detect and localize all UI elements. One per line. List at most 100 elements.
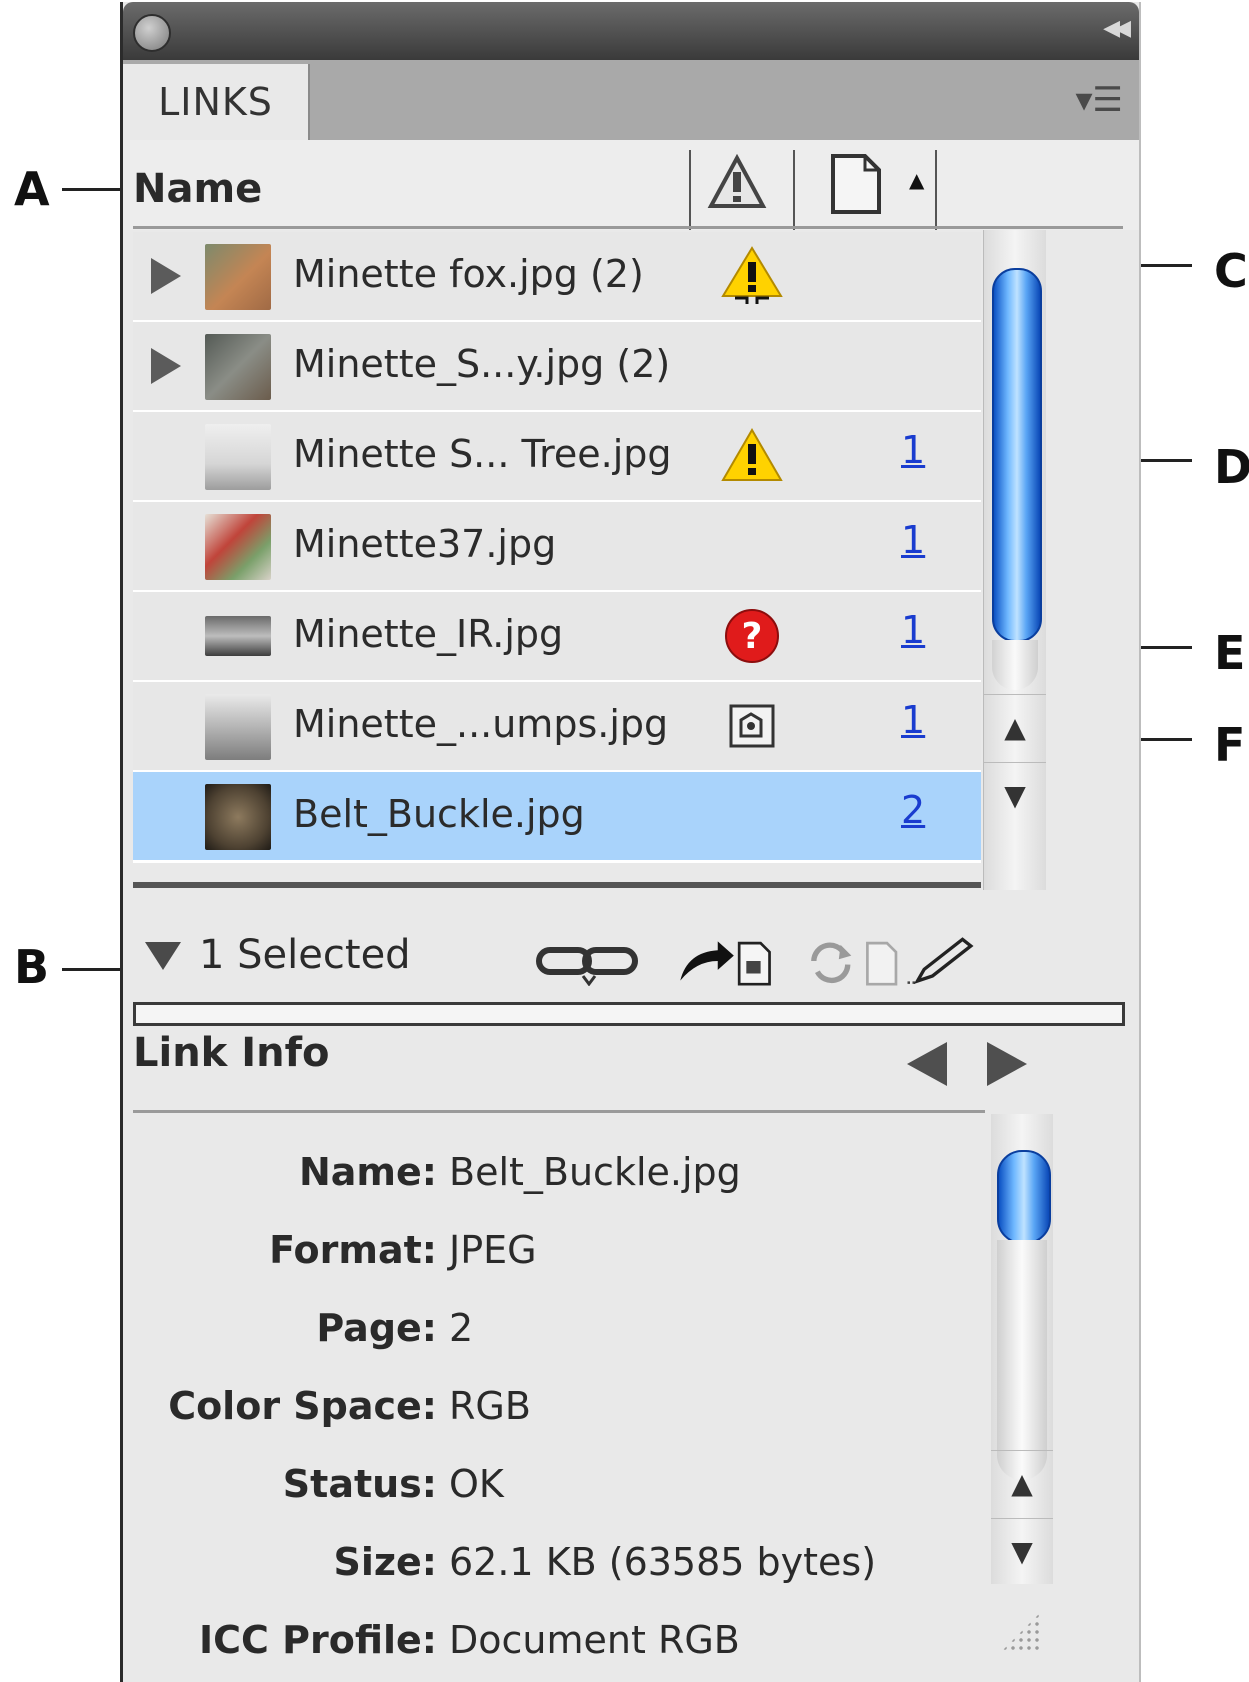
- link-info-underline: [133, 1110, 985, 1113]
- callout-d: D: [1214, 440, 1249, 494]
- link-name: Minette_IR.jpg: [293, 612, 564, 656]
- link-thumbnail: [205, 514, 271, 580]
- link-thumbnail: [205, 784, 271, 850]
- link-info-list: Name: Belt_Buckle.jpg Format: JPEG Page:…: [133, 1114, 985, 1674]
- scrollbar-track[interactable]: [992, 640, 1038, 690]
- go-to-link-icon[interactable]: [669, 936, 779, 986]
- close-panel-button[interactable]: [133, 14, 171, 52]
- link-row[interactable]: Minette_...umps.jpg 1: [133, 682, 981, 773]
- info-status-row: Status: OK: [133, 1462, 985, 1522]
- scrollbar-thumb[interactable]: [997, 1150, 1051, 1244]
- column-divider: [935, 150, 937, 230]
- link-row[interactable]: Minette37.jpg 1: [133, 502, 981, 593]
- resize-divider[interactable]: [133, 1002, 1125, 1026]
- update-link-icon[interactable]: [799, 936, 909, 986]
- page-number-link[interactable]: 1: [901, 698, 925, 742]
- info-color-space-row: Color Space: RGB: [133, 1384, 985, 1444]
- info-value: 2: [449, 1306, 474, 1350]
- info-format-row: Format: JPEG: [133, 1228, 985, 1288]
- info-value: Belt_Buckle.jpg: [449, 1150, 741, 1194]
- callout-c: C: [1214, 244, 1248, 298]
- scroll-up-button[interactable]: ▲: [984, 694, 1046, 759]
- collapse-icon[interactable]: ◀◀: [1103, 16, 1131, 41]
- link-row[interactable]: Minette S... Tree.jpg 1: [133, 412, 981, 503]
- panel-titlebar[interactable]: ◀◀: [123, 2, 1139, 60]
- column-divider: [793, 150, 795, 230]
- page-number-link[interactable]: 2: [901, 788, 925, 832]
- info-label: Color Space:: [168, 1384, 437, 1428]
- link-name: Minette_...umps.jpg: [293, 702, 669, 746]
- callout-e: E: [1214, 626, 1246, 680]
- link-thumbnail: [205, 694, 271, 760]
- info-label: Size:: [333, 1540, 437, 1584]
- embedded-icon: [729, 704, 775, 748]
- scrollbar-track[interactable]: [997, 1240, 1047, 1480]
- selection-count: 1 Selected: [199, 932, 411, 978]
- resize-grip-icon[interactable]: [1001, 1612, 1041, 1652]
- info-label: Name:: [298, 1150, 437, 1194]
- expand-triangle-icon[interactable]: [151, 258, 181, 294]
- info-value: OK: [449, 1462, 504, 1506]
- info-icc-profile-row: ICC Profile: Document RGB: [133, 1618, 985, 1678]
- next-link-button[interactable]: [987, 1042, 1027, 1086]
- page-number-link[interactable]: 1: [901, 608, 925, 652]
- status-column-icon[interactable]: [707, 154, 767, 210]
- page-number-link[interactable]: 1: [901, 428, 925, 472]
- link-name: Minette37.jpg: [293, 522, 557, 566]
- modified-warning-icon: [721, 246, 783, 304]
- collapse-link-info-icon[interactable]: [145, 942, 181, 970]
- callout-b: B: [14, 940, 50, 994]
- edit-original-icon[interactable]: [895, 936, 985, 986]
- callout-f: F: [1214, 718, 1246, 772]
- link-thumbnail: [205, 244, 271, 310]
- page-column-icon[interactable]: [829, 152, 883, 216]
- link-info-title: Link Info: [133, 1030, 330, 1076]
- scroll-up-button[interactable]: ▲: [991, 1450, 1053, 1515]
- link-thumbnail: [205, 424, 271, 490]
- info-value: Document RGB: [449, 1618, 740, 1662]
- links-scrollbar[interactable]: ▲ ▼: [983, 230, 1046, 890]
- links-list: Minette fox.jpg (2) Minette_S...y.jpg (2…: [133, 232, 981, 882]
- scrollbar-thumb[interactable]: [992, 268, 1042, 642]
- link-name: Minette S... Tree.jpg: [293, 432, 672, 476]
- link-row[interactable]: Minette fox.jpg (2): [133, 232, 981, 323]
- link-name: Minette fox.jpg (2): [293, 252, 644, 296]
- relink-icon[interactable]: [533, 936, 643, 986]
- header-underline: [133, 226, 1123, 229]
- link-name: Minette_S...y.jpg (2): [293, 342, 671, 386]
- link-thumbnail: [205, 334, 271, 400]
- link-name: Belt_Buckle.jpg: [293, 792, 585, 836]
- tab-bar: LINKS ▾☰: [123, 60, 1139, 141]
- list-divider: [133, 882, 981, 888]
- tab-links[interactable]: LINKS: [123, 64, 310, 140]
- info-page-row: Page: 2: [133, 1306, 985, 1366]
- scroll-down-button[interactable]: ▼: [984, 762, 1046, 827]
- selection-bar: 1 Selected: [123, 902, 1139, 1002]
- missing-link-icon: ?: [725, 609, 779, 663]
- panel-menu-icon[interactable]: ▾☰: [1075, 80, 1123, 120]
- column-divider: [689, 150, 691, 230]
- info-value: 62.1 KB (63585 bytes): [449, 1540, 877, 1584]
- link-row[interactable]: Minette_S...y.jpg (2): [133, 322, 981, 413]
- info-label: Format:: [269, 1228, 437, 1272]
- link-thumbnail: [205, 616, 271, 656]
- svg-text:?: ?: [742, 616, 763, 657]
- column-header: Name ▲: [123, 140, 1139, 230]
- links-panel: ◀◀ LINKS ▾☰ Name ▲ Minette fox.jpg (2) M…: [120, 2, 1141, 1682]
- link-row-selected[interactable]: Belt_Buckle.jpg 2: [133, 772, 981, 863]
- info-name-row: Name: Belt_Buckle.jpg: [133, 1150, 985, 1210]
- info-size-row: Size: 62.1 KB (63585 bytes): [133, 1540, 985, 1600]
- expand-triangle-icon[interactable]: [151, 348, 181, 384]
- warning-icon: [721, 428, 783, 481]
- info-value: RGB: [449, 1384, 531, 1428]
- previous-link-button[interactable]: [907, 1042, 947, 1086]
- callout-a-line: [62, 188, 126, 191]
- info-label: ICC Profile:: [198, 1618, 437, 1662]
- sort-ascending-icon[interactable]: ▲: [909, 168, 924, 192]
- column-name-header[interactable]: Name: [133, 166, 262, 212]
- link-row[interactable]: Minette_IR.jpg ? 1: [133, 592, 981, 683]
- info-value: JPEG: [449, 1228, 537, 1272]
- link-info-scrollbar[interactable]: ▲ ▼: [991, 1114, 1053, 1584]
- scroll-down-button[interactable]: ▼: [991, 1518, 1053, 1583]
- page-number-link[interactable]: 1: [901, 518, 925, 562]
